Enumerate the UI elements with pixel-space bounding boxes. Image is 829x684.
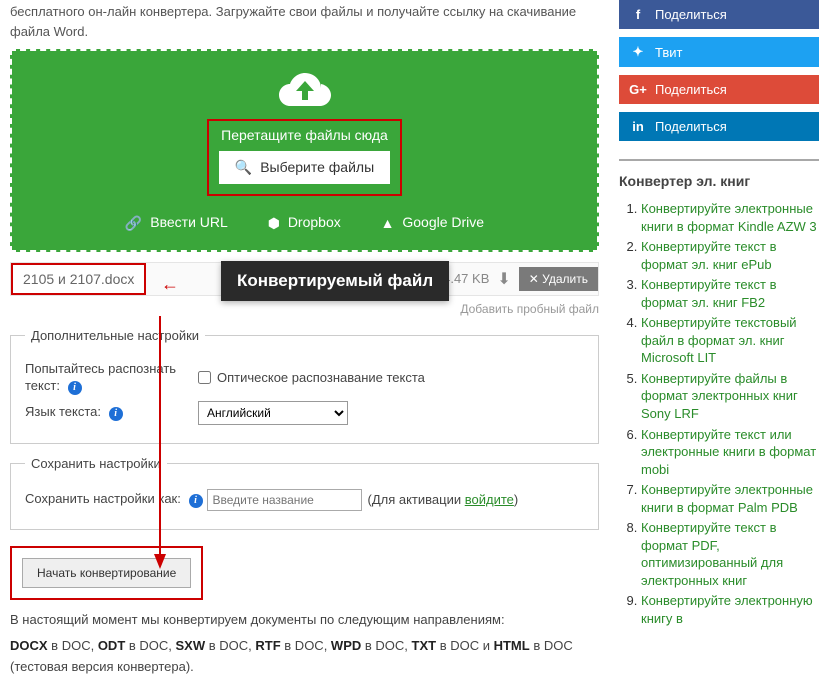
extra-settings-fieldset: Дополнительные настройки Попытайтесь рас…	[10, 328, 599, 444]
list-item: Конвертируйте текст в формат эл. книг eP…	[641, 238, 819, 273]
save-activation-note: (Для активации войдите)	[368, 492, 519, 507]
ebook-link[interactable]: Конвертируйте электронные книги в формат…	[641, 201, 817, 234]
share-fb-label: Поделиться	[655, 7, 727, 22]
trash-icon: ✕	[529, 272, 542, 286]
save-settings-legend: Сохранить настройки	[25, 456, 167, 471]
add-trial-file-link[interactable]: Добавить пробный файл	[10, 302, 599, 316]
extra-settings-legend: Дополнительные настройки	[25, 328, 205, 343]
login-link[interactable]: войдите	[465, 492, 514, 507]
ebook-link[interactable]: Конвертируйте текст или электронные книг…	[641, 427, 816, 477]
arrow-left-icon: ←	[161, 274, 179, 295]
file-name-box: 2105 и 2107.docx	[11, 263, 146, 295]
enter-url-link[interactable]: 🔗 Ввести URL	[125, 214, 228, 232]
lang-label: Язык текста: i	[25, 404, 180, 421]
source-links-row: 🔗 Ввести URL ⬢ Dropbox ▲ Google Drive	[42, 214, 567, 232]
ebook-link[interactable]: Конвертируйте текст в формат эл. книг eP…	[641, 239, 776, 272]
twitter-icon: ✦	[629, 44, 647, 60]
file-name: 2105 и 2107.docx	[23, 271, 134, 287]
info-icon[interactable]: i	[109, 407, 123, 421]
dropbox-link[interactable]: ⬢ Dropbox	[268, 214, 341, 232]
gdrive-link[interactable]: ▲ Google Drive	[381, 214, 484, 231]
gdrive-icon: ▲	[381, 215, 395, 231]
drag-text: Перетащите файлы сюда	[219, 127, 390, 143]
share-linkedin-button[interactable]: in Поделиться	[619, 112, 819, 141]
dropzone[interactable]: Перетащите файлы сюда 🔍 Выберите файлы 🔗…	[10, 49, 599, 252]
choose-files-label: Выберите файлы	[260, 159, 374, 175]
intro-text: бесплатного он-лайн конвертера. Загружай…	[10, 0, 599, 41]
ebook-link[interactable]: Конвертируйте текст в формат эл. книг FB…	[641, 277, 776, 310]
language-select[interactable]: Английский	[198, 401, 348, 425]
ocr-intro-label: Попытайтесь распознать текст: i	[25, 361, 180, 395]
facebook-icon: f	[629, 7, 647, 22]
share-twitter-button[interactable]: ✦ Твит	[619, 37, 819, 67]
ebook-link[interactable]: Конвертируйте электронные книги в формат…	[641, 482, 813, 515]
enter-url-label: Ввести URL	[150, 214, 228, 230]
drag-highlight-box: Перетащите файлы сюда 🔍 Выберите файлы	[207, 119, 402, 196]
save-name-input[interactable]	[207, 489, 362, 511]
cloud-upload-icon	[42, 71, 567, 111]
save-as-label: Сохранить настройки как: i	[25, 491, 203, 508]
list-item: Конвертируйте текст в формат PDF, оптими…	[641, 519, 819, 589]
ebook-converter-list: Конвертируйте электронные книги в формат…	[619, 200, 819, 628]
formats-list: DOCX в DOC, ODT в DOC, SXW в DOC, RTF в …	[10, 636, 599, 678]
list-item: Конвертируйте электронные книги в формат…	[641, 200, 819, 235]
file-row: 2105 и 2107.docx ← 24.47 KB ⬇ ✕ Удалить …	[10, 262, 599, 296]
share-facebook-button[interactable]: f Поделиться	[619, 0, 819, 29]
list-item: Конвертируйте электронные книги в формат…	[641, 481, 819, 516]
share-tw-label: Твит	[655, 45, 683, 60]
ebook-link[interactable]: Конвертируйте текст в формат PDF, оптими…	[641, 520, 783, 588]
list-item: Конвертируйте текст в формат эл. книг FB…	[641, 276, 819, 311]
dropbox-icon: ⬢	[268, 215, 280, 231]
convert-highlight-box: Начать конвертирование	[10, 546, 203, 600]
gplus-icon: G+	[629, 82, 647, 97]
info-icon[interactable]: i	[68, 381, 82, 395]
start-convert-button[interactable]: Начать конвертирование	[22, 558, 191, 588]
info-icon[interactable]: i	[189, 494, 203, 508]
ebook-link[interactable]: Конвертируйте файлы в формат электронных…	[641, 371, 798, 421]
choose-files-button[interactable]: 🔍 Выберите файлы	[219, 151, 390, 184]
ebook-converter-heading: Конвертер эл. книг	[619, 159, 819, 197]
delete-file-button[interactable]: ✕ Удалить	[519, 267, 598, 291]
delete-label: Удалить	[542, 272, 588, 286]
list-item: Конвертируйте электронную книгу в	[641, 592, 819, 627]
ocr-checkbox[interactable]	[198, 371, 211, 384]
save-settings-fieldset: Сохранить настройки Сохранить настройки …	[10, 456, 599, 530]
link-icon: 🔗	[125, 215, 142, 231]
download-icon: ⬇	[497, 269, 510, 289]
list-item: Конвертируйте текстовый файл в формат эл…	[641, 314, 819, 367]
dropbox-label: Dropbox	[288, 214, 341, 230]
gdrive-label: Google Drive	[402, 214, 484, 230]
share-ln-label: Поделиться	[655, 119, 727, 134]
share-gp-label: Поделиться	[655, 82, 727, 97]
share-gplus-button[interactable]: G+ Поделиться	[619, 75, 819, 104]
list-item: Конвертируйте текст или электронные книг…	[641, 426, 819, 479]
ebook-link[interactable]: Конвертируйте электронную книгу в	[641, 593, 813, 626]
linkedin-icon: in	[629, 119, 647, 134]
list-item: Конвертируйте файлы в формат электронных…	[641, 370, 819, 423]
formats-intro: В настоящий момент мы конвертируем докум…	[10, 610, 599, 631]
tooltip-overlay: Конвертируемый файл	[221, 261, 449, 301]
ebook-link[interactable]: Конвертируйте текстовый файл в формат эл…	[641, 315, 797, 365]
ocr-checkbox-label: Оптическое распознавание текста	[217, 370, 425, 385]
search-icon: 🔍	[235, 159, 252, 175]
